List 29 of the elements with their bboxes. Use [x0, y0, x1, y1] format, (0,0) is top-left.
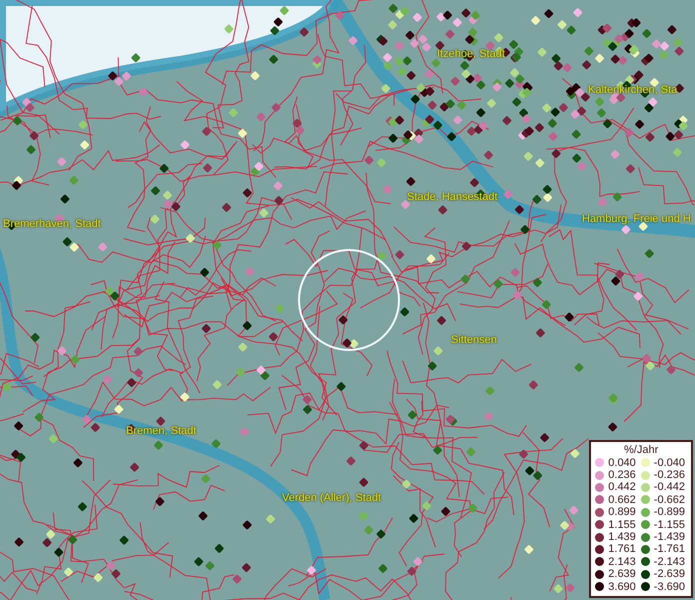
place-label: Hamburg, Freie und H — [582, 213, 691, 225]
legend-value: 0.442 — [608, 481, 637, 494]
place-label: Stade, Hansestadt — [407, 191, 498, 203]
place-label: Bremen, Stadt — [126, 425, 196, 437]
legend-value: -0.899 — [654, 506, 686, 519]
legend-value: -3.690 — [654, 580, 686, 593]
legend-value: -2.143 — [654, 556, 686, 568]
legend-value: 1.155 — [608, 518, 637, 531]
legend-value: -1.155 — [654, 518, 686, 531]
legend-value: 0.662 — [608, 494, 637, 506]
legend-value: 0.040 — [608, 456, 637, 469]
legend-value: -2.639 — [654, 568, 686, 581]
legend-value: -0.442 — [654, 481, 686, 494]
selection-circle[interactable] — [298, 249, 400, 351]
legend-value: -1.439 — [654, 530, 686, 544]
legend-value: 2.143 — [608, 556, 637, 568]
legend-value: 1.761 — [608, 543, 637, 556]
legend-value: 0.236 — [608, 468, 637, 482]
legend-title: %/Jahr — [624, 444, 658, 457]
legend-value: 3.690 — [608, 580, 637, 593]
legend-value: -1.761 — [654, 543, 686, 556]
legend-value: -0.040 — [654, 456, 686, 469]
legend-value: 0.899 — [608, 506, 637, 519]
legend-value: -0.662 — [654, 494, 686, 506]
place-label: Verden (Aller), Stadt — [282, 492, 382, 504]
legend-value: 2.639 — [608, 568, 637, 581]
legend-value: 1.439 — [608, 530, 637, 544]
legend-value: -0.236 — [654, 468, 686, 482]
place-label: Sittensen — [451, 334, 497, 346]
